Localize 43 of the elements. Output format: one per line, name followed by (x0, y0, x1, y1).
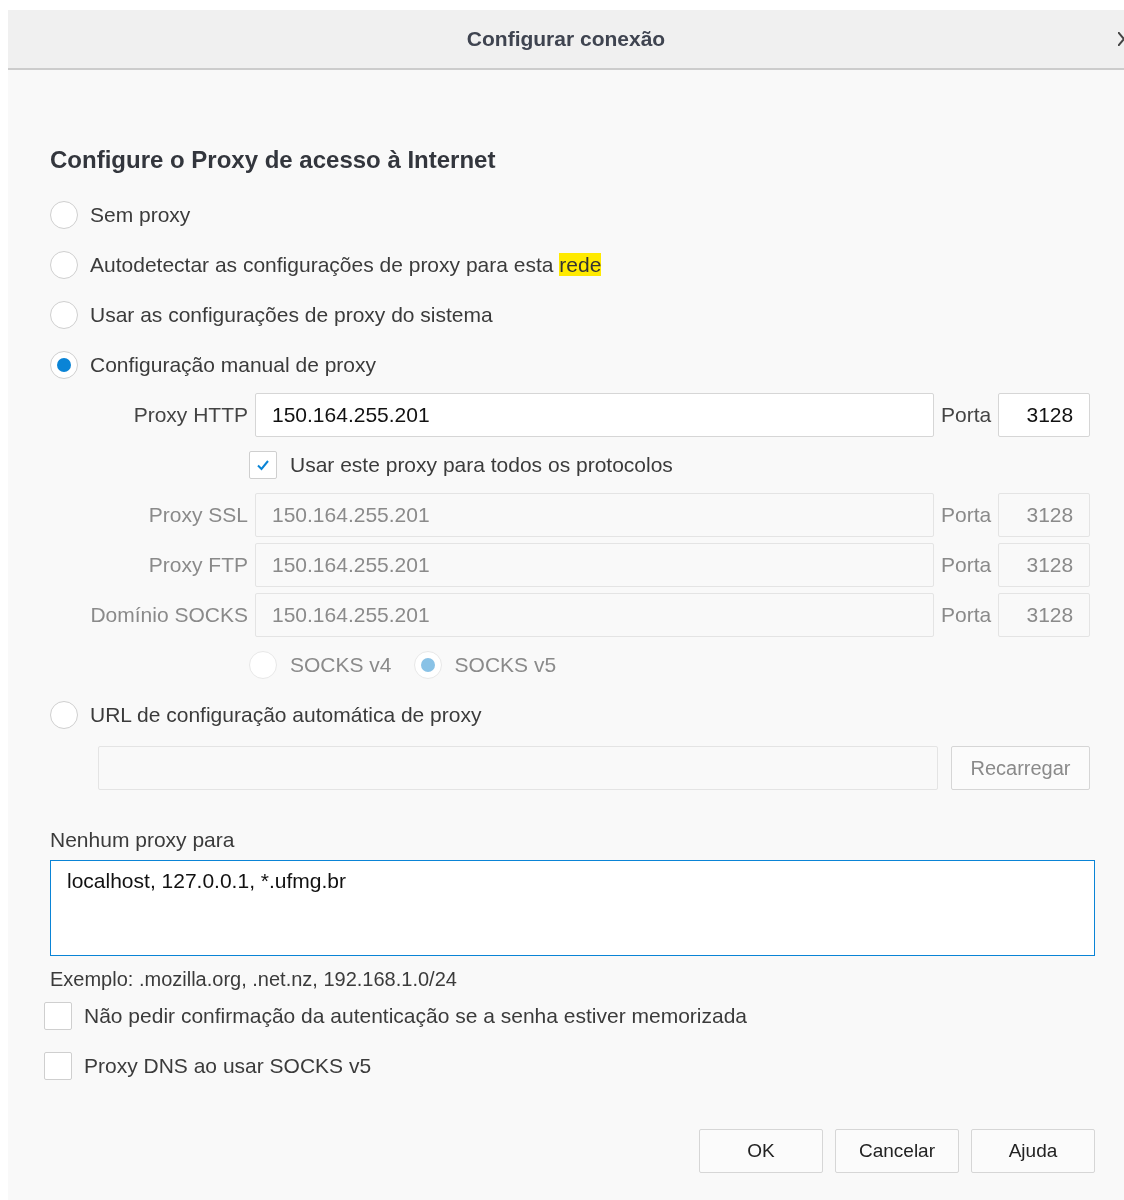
port-label: Porta (940, 603, 993, 627)
checkbox[interactable] (44, 1052, 72, 1080)
checkbox-label: Proxy DNS ao usar SOCKS v5 (84, 1054, 372, 1078)
no-proxy-field[interactable]: localhost, 127.0.0.1, *.ufmg.br (50, 860, 1095, 956)
example-text: Exemplo: .mozilla.org, .net.nz, 192.168.1.0/24 (50, 968, 458, 991)
radio-label: Usar as configurações de proxy do sistema (90, 303, 493, 327)
port-field[interactable]: 3128 (998, 393, 1091, 437)
radio-label: URL de configuração automática de proxy (90, 703, 482, 727)
proxy-label: Proxy HTTP (132, 403, 249, 427)
radio-button[interactable] (50, 201, 78, 229)
no-proxy-label: Nenhum proxy para (50, 828, 236, 852)
checkbox[interactable] (249, 451, 277, 479)
port-label: Porta (940, 403, 993, 427)
section-heading: Configure o Proxy de acesso à Internet (50, 146, 497, 174)
radio-button[interactable] (413, 651, 442, 679)
dialog-button[interactable]: OK (699, 1129, 823, 1173)
proxy-mode-radio-option[interactable]: Configuração manual de proxy (50, 340, 1094, 390)
radio-label: SOCKS v4 (290, 653, 392, 677)
window-title: Configurar conexão (466, 27, 666, 51)
dialog-button[interactable]: Cancelar (835, 1129, 959, 1173)
checkbox-label: Não pedir confirmação da autenticação se a senha estiver memorizada (84, 1004, 748, 1028)
proxy-mode-radio-option[interactable]: URL de configuração automática de proxy (50, 690, 1094, 740)
proxy-host-field[interactable]: 150.164.255.201 (255, 393, 934, 437)
port-label: Porta (940, 553, 993, 577)
checkbox[interactable] (44, 1002, 72, 1030)
radio-button[interactable] (50, 251, 78, 279)
radio-label: SOCKS v5 (454, 653, 557, 677)
proxy-label: Proxy FTP (147, 553, 249, 577)
checkbox-label: Usar este proxy para todos os protocolos (290, 453, 673, 477)
proxy-mode-radio-option[interactable]: Sem proxy (50, 190, 1094, 240)
close-icon[interactable] (1118, 32, 1124, 46)
port-label: Porta (940, 503, 993, 527)
proxy-label: Domínio SOCKS (89, 603, 249, 627)
radio-button[interactable] (50, 701, 78, 729)
proxy-mode-radio-option[interactable]: Autodetectar as configurações de proxy para esta rede (50, 240, 1094, 290)
radio-label: Autodetectar as configurações de proxy para esta rede (90, 253, 602, 277)
proxy-mode-radio-option[interactable]: Usar as configurações de proxy do sistema (50, 290, 1094, 340)
radio-button[interactable] (50, 301, 78, 329)
proxy-label: Proxy SSL (147, 503, 249, 527)
dialog-button[interactable]: Ajuda (971, 1129, 1095, 1173)
radio-label: Configuração manual de proxy (90, 353, 376, 377)
radio-label: Sem proxy (90, 203, 191, 227)
radio-button[interactable] (50, 351, 78, 379)
